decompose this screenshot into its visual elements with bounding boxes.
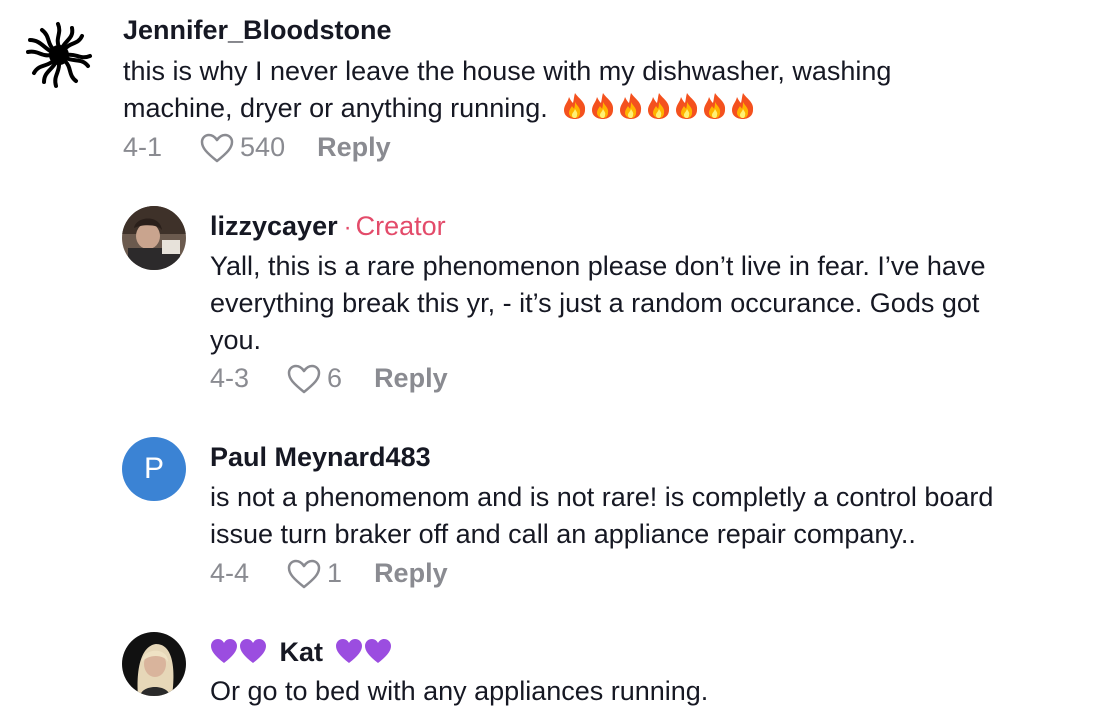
reply-button[interactable]: Reply: [374, 558, 448, 589]
comment-text: this is why I never leave the house with…: [123, 53, 891, 127]
comment-meta: 4-1 540 Reply: [123, 132, 391, 163]
comment-text-line: you.: [210, 325, 262, 355]
like-button[interactable]: 540: [200, 132, 285, 163]
comment-text-line: this is why I never leave the house with…: [123, 56, 892, 86]
avatar[interactable]: [122, 632, 186, 696]
purple-heart-icon: [335, 639, 391, 663]
like-button[interactable]: 6: [287, 363, 342, 394]
comment-date: 4-4: [210, 558, 250, 588]
like-count: 540: [240, 132, 286, 162]
heart-outline-icon: [287, 364, 321, 393]
comment-text-line: Yall, this is a rare phenomenon please d…: [210, 251, 986, 281]
comment-text: Or go to bed with any appliances running…: [210, 673, 708, 710]
creator-badge: Creator: [355, 211, 446, 241]
like-button[interactable]: 1: [287, 558, 342, 589]
avatar[interactable]: [122, 206, 186, 270]
comment-text-fragment: machine, dryer or anything running.: [123, 93, 548, 123]
reply-button[interactable]: Reply: [317, 132, 391, 163]
comment-meta: 4-3 6 Reply: [210, 363, 448, 394]
username-row: lizzycayer · Creator: [210, 211, 446, 242]
profile-photo-icon: [122, 632, 186, 696]
comment-text-line: is not a phenomenom and is not rare! is …: [210, 482, 994, 512]
comment-date: 4-3: [210, 363, 250, 393]
username-row: Kat: [210, 637, 393, 668]
comment-text-line: issue turn braker off and call an applia…: [210, 519, 916, 549]
comment-text-line: Or go to bed with any appliances running…: [210, 676, 709, 706]
heart-outline-icon: [200, 133, 234, 162]
profile-photo-icon: [122, 206, 186, 270]
avatar-initial: P: [143, 452, 164, 485]
comment-text-line: everything break this yr, - it’s just a …: [210, 288, 980, 318]
comments-panel: Jennifer_Bloodstone this is why I never …: [0, 0, 1104, 716]
comment-text: is not a phenomenom and is not rare! is …: [210, 479, 993, 553]
comment-date: 4-1: [123, 132, 163, 162]
comment-text-line: machine, dryer or anything running.: [123, 90, 891, 127]
username[interactable]: Kat: [280, 637, 324, 667]
comment-text: Yall, this is a rare phenomenon please d…: [210, 248, 985, 359]
sun-swirl-icon: [26, 22, 92, 88]
username[interactable]: lizzycayer: [210, 211, 338, 241]
badge-separator: ·: [343, 214, 352, 241]
comment-meta: 4-4 1 Reply: [210, 558, 448, 589]
reply-button[interactable]: Reply: [374, 363, 448, 394]
sun-avatar[interactable]: [22, 18, 96, 92]
fire-emoji-icon: [564, 93, 754, 119]
heart-outline-icon: [287, 559, 321, 588]
like-count: 1: [327, 558, 343, 588]
purple-heart-icon: [211, 639, 266, 663]
username[interactable]: Jennifer_Bloodstone: [123, 15, 392, 46]
fire-emoji-row: [561, 93, 757, 123]
avatar[interactable]: P: [122, 437, 186, 501]
username[interactable]: Paul Meynard483: [210, 442, 431, 473]
like-count: 6: [327, 363, 343, 393]
